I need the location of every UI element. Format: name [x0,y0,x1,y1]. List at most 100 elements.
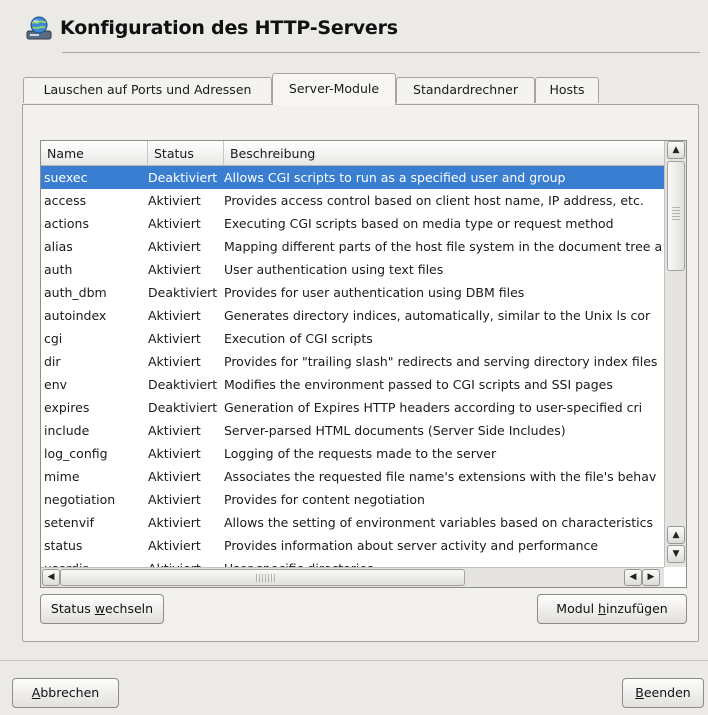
cell-description: Provides access control based on client … [224,193,644,208]
table-row[interactable]: negotiation Aktiviert Provides for content… [41,488,665,511]
table-row[interactable]: env Deaktiviert Modifies the environment p… [41,373,665,396]
table-row[interactable]: log_config Aktiviert Logging of the reques… [41,442,665,465]
table-row[interactable]: include Aktiviert Server-parsed HTML docum… [41,419,665,442]
cell-name: autoindex [44,308,107,323]
tab-default-host[interactable]: Standardrechner [396,77,535,103]
cell-description: Provides information about server activi… [224,538,599,553]
cell-status: Aktiviert [148,515,201,530]
cell-description: Execution of CGI scripts [224,331,373,346]
tab-hosts[interactable]: Hosts [535,77,599,103]
cell-name: setenvif [44,515,94,530]
column-header-name[interactable]: Name [41,141,148,165]
table-row[interactable]: auth_dbm Deaktiviert Provides for user aut… [41,281,665,304]
cell-description: Provides for content negotiation [224,492,425,507]
table-row[interactable]: autoindex Aktiviert Generates directory in… [41,304,665,327]
button-label: Modul [556,601,599,616]
modules-table[interactable]: Name Status Beschreibung suexec Deaktivie… [40,140,687,588]
button-label: Status [50,601,95,616]
cell-name: env [44,377,68,392]
dialog-header: Konfiguration des HTTP-Servers [26,12,398,44]
title-divider [62,52,700,53]
add-module-button[interactable]: Modul hinzufügen [537,594,687,624]
table-row[interactable]: setenvif Aktiviert Allows the setting of e… [41,511,665,534]
cell-name: auth [44,262,73,277]
dialog-title: Konfiguration des HTTP-Servers [60,17,398,39]
cell-name: cgi [44,331,63,346]
cell-description: Mapping different parts of the host file… [224,239,663,254]
tab-label: Hosts [549,82,585,97]
table-row[interactable]: userdir AktiviertUser-specific directorie… [41,557,665,567]
tab-server-modules[interactable]: Server-Module [272,73,396,105]
table-row[interactable]: actions Aktiviert Executing CGI scripts ba… [41,212,665,235]
button-mnemonic: h [598,601,606,616]
vertical-scroll-thumb[interactable] [667,161,685,271]
cell-description: Allows the setting of environment variab… [224,515,654,530]
cell-description: User-specific directories [224,557,665,567]
column-header-status[interactable]: Status [148,141,224,165]
footer-divider [0,660,708,661]
cell-description: Provides for user authentication using D… [224,285,525,300]
cell-name: mime [44,469,80,484]
cell-description: Provides for "trailing slash" redirects … [224,354,658,369]
table-row[interactable]: dir Aktiviert Provides for "trailing slash… [41,350,665,373]
cell-name: actions [44,216,89,231]
cell-description: Executing CGI scripts based on media typ… [224,216,614,231]
cell-status: Deaktiviert [148,377,218,392]
cell-name: status [44,538,83,553]
scroll-up-lower-icon[interactable]: ▲ [667,526,685,544]
scroll-left-right-icon[interactable]: ◀ [624,569,642,586]
cell-status: Aktiviert [148,469,201,484]
column-header-description[interactable]: Beschreibung [224,141,665,165]
cell-status: Aktiviert [148,262,201,277]
cell-status: Aktiviert [148,239,201,254]
table-row[interactable]: status Aktiviert Provides information abou… [41,534,665,557]
vertical-scrollbar[interactable]: ▲ ▲ ▼ [664,141,686,567]
button-label: echseln [104,601,154,616]
grip-icon [256,574,276,582]
cell-name: negotiation [44,492,116,507]
scroll-down-icon[interactable]: ▼ [667,545,685,563]
table-row[interactable]: mime Aktiviert Associates the requested fi… [41,465,665,488]
cell-status: Deaktiviert [148,285,218,300]
cell-status: Aktiviert [148,331,201,346]
table-row[interactable]: cgi Aktiviert Execution of CGI scripts [41,327,665,350]
cell-name: alias [44,239,73,254]
scroll-left-icon[interactable]: ◀ [42,569,60,586]
cell-name: auth_dbm [44,285,107,300]
scroll-right-icon[interactable]: ▶ [642,569,660,586]
cell-name: access [44,193,87,208]
cell-status: Aktiviert [148,423,201,438]
tab-ports-addresses[interactable]: Lauschen auf Ports und Adressen [23,77,272,103]
grip-icon [672,207,680,221]
cell-description: Server-parsed HTML documents (Server Sid… [224,423,566,438]
horizontal-scrollbar[interactable]: ◀ ◀ ▶ [41,567,664,587]
cell-status: Aktiviert [148,446,201,461]
tab-label: Server-Module [288,81,380,96]
cell-name: dir [44,354,61,369]
cell-status: Aktiviert [148,308,201,323]
table-row[interactable]: alias Aktiviert Mapping different parts of… [41,235,665,258]
table-row[interactable]: auth Aktiviert User authentication using t… [41,258,665,281]
button-label: eenden [643,685,691,700]
cell-name: userdir [44,557,144,567]
cell-name: expires [44,400,90,415]
scroll-up-icon[interactable]: ▲ [667,141,685,159]
network-server-globe-icon [26,16,52,40]
cell-description: Logging of the requests made to the serv… [224,446,497,461]
cell-name: log_config [44,446,108,461]
cell-status: Aktiviert [148,216,201,231]
table-row[interactable]: suexec Deaktiviert Allows CGI scripts to r… [41,166,665,189]
toggle-status-button[interactable]: Status wechseln [40,594,164,624]
table-row[interactable]: expires Deaktiviert Generation of Expires … [41,396,665,419]
button-label: bbrechen [40,685,100,700]
button-mnemonic: B [635,685,644,700]
horizontal-scroll-thumb[interactable] [60,569,465,586]
cancel-button[interactable]: Abbrechen [12,678,119,708]
table-row[interactable]: access Aktiviert Provides access control b… [41,189,665,212]
cell-description: Generation of Expires HTTP headers accor… [224,400,643,415]
tab-label: Standardrechner [413,82,518,97]
cell-name: suexec [44,170,88,185]
cell-description: Associates the requested file name's ext… [224,469,657,484]
finish-button[interactable]: Beenden [622,678,704,708]
cell-status: Aktiviert [148,492,201,507]
